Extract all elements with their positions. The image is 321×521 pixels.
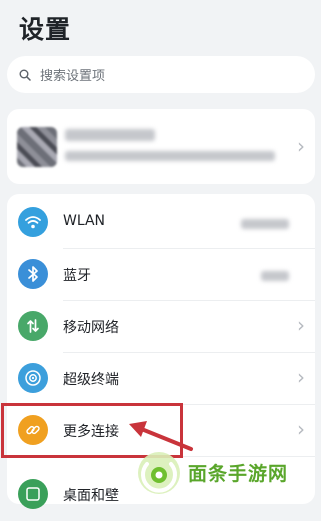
settings-item-label: 桌面和壁	[63, 488, 119, 504]
chevron-right-icon: ›	[297, 417, 305, 441]
settings-item-bluetooth[interactable]: 蓝牙	[7, 249, 315, 301]
chevron-right-icon: ›	[297, 134, 305, 158]
wlan-status-redacted	[241, 219, 289, 229]
settings-item-super-device[interactable]: 超级终端 ›	[7, 353, 315, 405]
watermark: 面条手游网	[136, 445, 321, 500]
account-detail-redacted	[65, 151, 275, 161]
account-card[interactable]: ›	[7, 109, 315, 184]
wifi-icon	[18, 207, 48, 237]
avatar	[17, 127, 57, 167]
settings-item-label: 移动网络	[63, 320, 119, 336]
search-icon	[19, 69, 31, 81]
settings-item-wlan[interactable]: WLAN	[7, 197, 315, 249]
search-placeholder: 搜索设置项	[40, 69, 106, 84]
settings-item-mobile-network[interactable]: 移动网络 ›	[7, 301, 315, 353]
chevron-right-icon: ›	[297, 365, 305, 389]
super-device-icon	[18, 363, 48, 393]
bluetooth-icon	[18, 259, 48, 289]
settings-item-label: 蓝牙	[63, 268, 91, 284]
settings-item-label: 超级终端	[63, 372, 119, 388]
settings-item-label: WLAN	[63, 213, 106, 229]
watermark-text: 面条手游网	[188, 463, 289, 485]
bluetooth-status-redacted	[261, 271, 289, 281]
watermark-logo-icon	[138, 451, 180, 494]
chevron-right-icon: ›	[297, 313, 305, 337]
page-title: 设置	[19, 15, 72, 44]
account-name-redacted	[65, 129, 155, 141]
mobile-network-icon	[18, 311, 48, 341]
desktop-wallpaper-icon	[18, 479, 48, 509]
search-input[interactable]: 搜索设置项	[7, 56, 315, 93]
